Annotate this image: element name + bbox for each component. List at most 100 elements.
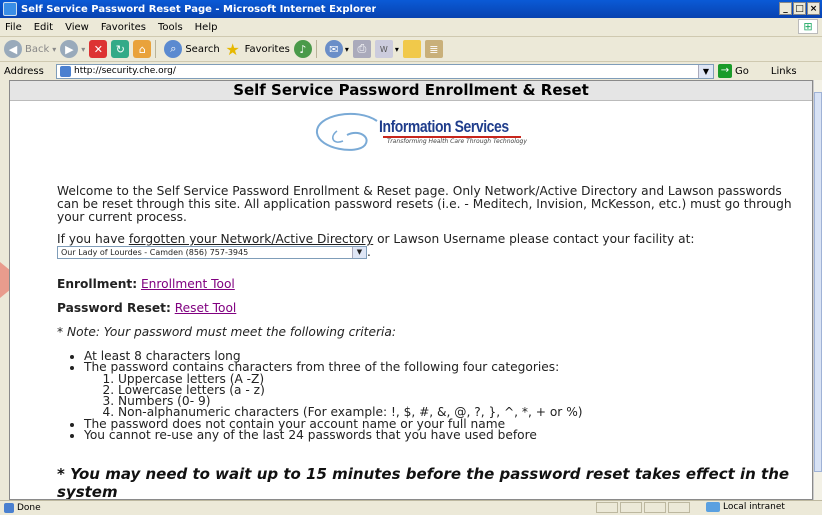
status-text: Done xyxy=(17,503,41,513)
back-arrow-icon: ◀ xyxy=(4,40,22,58)
research-icon: ≣ xyxy=(424,40,443,58)
page-content: Self Service Password Enrollment & Reset… xyxy=(9,80,813,500)
criteria-list: At least 8 characters long The password … xyxy=(70,350,583,442)
links-button[interactable]: Links xyxy=(771,66,797,77)
status-pane xyxy=(620,502,642,513)
title-bar: Self Service Password Reset Page - Micro… xyxy=(0,0,822,18)
page-heading: Self Service Password Enrollment & Reset xyxy=(10,81,812,101)
edit-button[interactable]: W ▾ xyxy=(374,38,399,60)
go-button[interactable]: → Go xyxy=(718,64,749,78)
home-icon: ⌂ xyxy=(133,40,152,58)
zone-label: Local intranet xyxy=(723,502,785,512)
forgot-suffix: or Lawson Username please contact your f… xyxy=(373,232,695,246)
mail-dropdown-icon[interactable]: ▾ xyxy=(345,45,349,54)
close-button[interactable]: × xyxy=(807,2,820,15)
scrollbar-thumb[interactable] xyxy=(814,92,822,472)
enrollment-tool-link[interactable]: Enrollment Tool xyxy=(141,277,235,291)
print-button[interactable]: ⎙ xyxy=(352,38,371,60)
criteria-item: You cannot re-use any of the last 24 pas… xyxy=(84,429,583,442)
maximize-button[interactable]: □ xyxy=(793,2,806,15)
wait-notice: * You may need to wait up to 15 minutes … xyxy=(57,465,790,500)
logo-title: Information Services xyxy=(379,117,509,136)
welcome-text: Welcome to the Self Service Password Enr… xyxy=(57,184,792,224)
status-bar: Done Local intranet xyxy=(0,500,822,515)
address-url: http://security.che.org/ xyxy=(74,66,176,76)
criteria-note: * Note: Your password must meet the foll… xyxy=(57,325,396,339)
intranet-icon xyxy=(706,502,720,512)
edit-dropdown-icon[interactable]: ▾ xyxy=(395,45,399,54)
reset-tool-link[interactable]: Reset Tool xyxy=(175,301,237,315)
toolbar: ◀ Back ▾ ▶ ▾ ✕ ↻ ⌂ ⌕ Search ★ Favorites … xyxy=(0,37,822,62)
stop-button[interactable]: ✕ xyxy=(89,38,108,60)
menu-favorites[interactable]: Favorites xyxy=(101,22,146,33)
back-label: Back xyxy=(25,43,50,55)
search-label: Search xyxy=(185,43,220,55)
page-done-icon xyxy=(4,503,14,513)
menu-edit[interactable]: Edit xyxy=(34,22,53,33)
forward-button[interactable]: ▶ ▾ xyxy=(60,38,85,60)
facility-dropdown-icon: ▼ xyxy=(352,247,366,258)
home-button[interactable]: ⌂ xyxy=(133,38,152,60)
research-button[interactable]: ≣ xyxy=(424,38,443,60)
vertical-scrollbar[interactable] xyxy=(813,80,822,500)
browser-window: Self Service Password Reset Page - Micro… xyxy=(0,0,822,515)
menu-file[interactable]: File xyxy=(5,22,22,33)
security-zone: Local intranet xyxy=(706,502,785,512)
mail-button[interactable]: ✉ ▾ xyxy=(324,38,349,60)
media-icon: ♪ xyxy=(293,40,312,58)
menu-tools[interactable]: Tools xyxy=(158,22,183,33)
facility-selected: Our Lady of Lourdes - Camden (856) 757-3… xyxy=(61,248,249,257)
edit-page-icon: W xyxy=(374,40,393,58)
search-button[interactable]: ⌕ Search xyxy=(164,38,220,60)
folder-icon xyxy=(402,40,421,58)
address-dropdown-icon[interactable]: ▼ xyxy=(698,64,713,78)
enrollment-label: Enrollment: xyxy=(57,277,138,291)
media-button[interactable]: ♪ xyxy=(293,38,312,60)
logo-tagline: Transforming Health Care Through Technol… xyxy=(387,138,527,145)
favorites-label: Favorites xyxy=(244,43,290,55)
toolbar-separator xyxy=(155,40,157,58)
toolbar-separator xyxy=(315,40,317,58)
favorites-star-icon: ★ xyxy=(225,39,240,59)
forgot-prefix: If you have xyxy=(57,232,129,246)
status-pane xyxy=(644,502,666,513)
mail-icon: ✉ xyxy=(324,40,343,58)
enrollment-row: Enrollment: Enrollment Tool xyxy=(57,278,235,291)
folder-button[interactable] xyxy=(402,38,421,60)
status-pane xyxy=(596,502,618,513)
go-label: Go xyxy=(735,65,749,77)
search-icon: ⌕ xyxy=(164,40,183,58)
window-controls: _ □ × xyxy=(779,2,820,15)
stop-icon: ✕ xyxy=(89,40,108,58)
windows-logo-icon: ⊞ xyxy=(798,19,818,34)
forward-dropdown-icon[interactable]: ▾ xyxy=(81,45,85,54)
address-label: Address xyxy=(4,65,44,77)
page-icon xyxy=(60,65,71,77)
menu-view[interactable]: View xyxy=(65,22,89,33)
categories-list: Uppercase letters (A -Z) Lowercase lette… xyxy=(84,372,583,419)
address-input[interactable]: http://security.che.org/ ▼ xyxy=(56,63,714,79)
print-icon: ⎙ xyxy=(352,40,371,58)
status-pane xyxy=(668,502,690,513)
forward-arrow-icon: ▶ xyxy=(60,40,79,58)
refresh-icon: ↻ xyxy=(111,40,130,58)
refresh-button[interactable]: ↻ xyxy=(111,38,130,60)
facility-select[interactable]: Our Lady of Lourdes - Camden (856) 757-3… xyxy=(57,246,367,259)
information-services-logo: Information Services Transforming Health… xyxy=(307,111,527,161)
forgot-underlined: forgotten your Network/Active Directory xyxy=(128,232,374,246)
back-button[interactable]: ◀ Back ▾ xyxy=(4,38,56,60)
ie-icon xyxy=(3,2,17,16)
reset-row: Password Reset: Reset Tool xyxy=(57,302,236,315)
back-dropdown-icon[interactable]: ▾ xyxy=(52,45,56,54)
forgot-period: . xyxy=(367,245,371,259)
menu-help[interactable]: Help xyxy=(195,22,218,33)
status-panes xyxy=(596,502,692,513)
forgot-text: If you have forgotten your Network/Activ… xyxy=(57,233,797,259)
address-bar: Address http://security.che.org/ ▼ → Go … xyxy=(0,62,822,80)
criteria-item: The password contains characters from th… xyxy=(84,361,583,419)
go-arrow-icon: → xyxy=(718,64,732,78)
window-title: Self Service Password Reset Page - Micro… xyxy=(21,3,377,15)
minimize-button[interactable]: _ xyxy=(779,2,792,15)
favorites-button[interactable]: ★ Favorites xyxy=(224,38,290,60)
reset-label: Password Reset: xyxy=(57,301,171,315)
